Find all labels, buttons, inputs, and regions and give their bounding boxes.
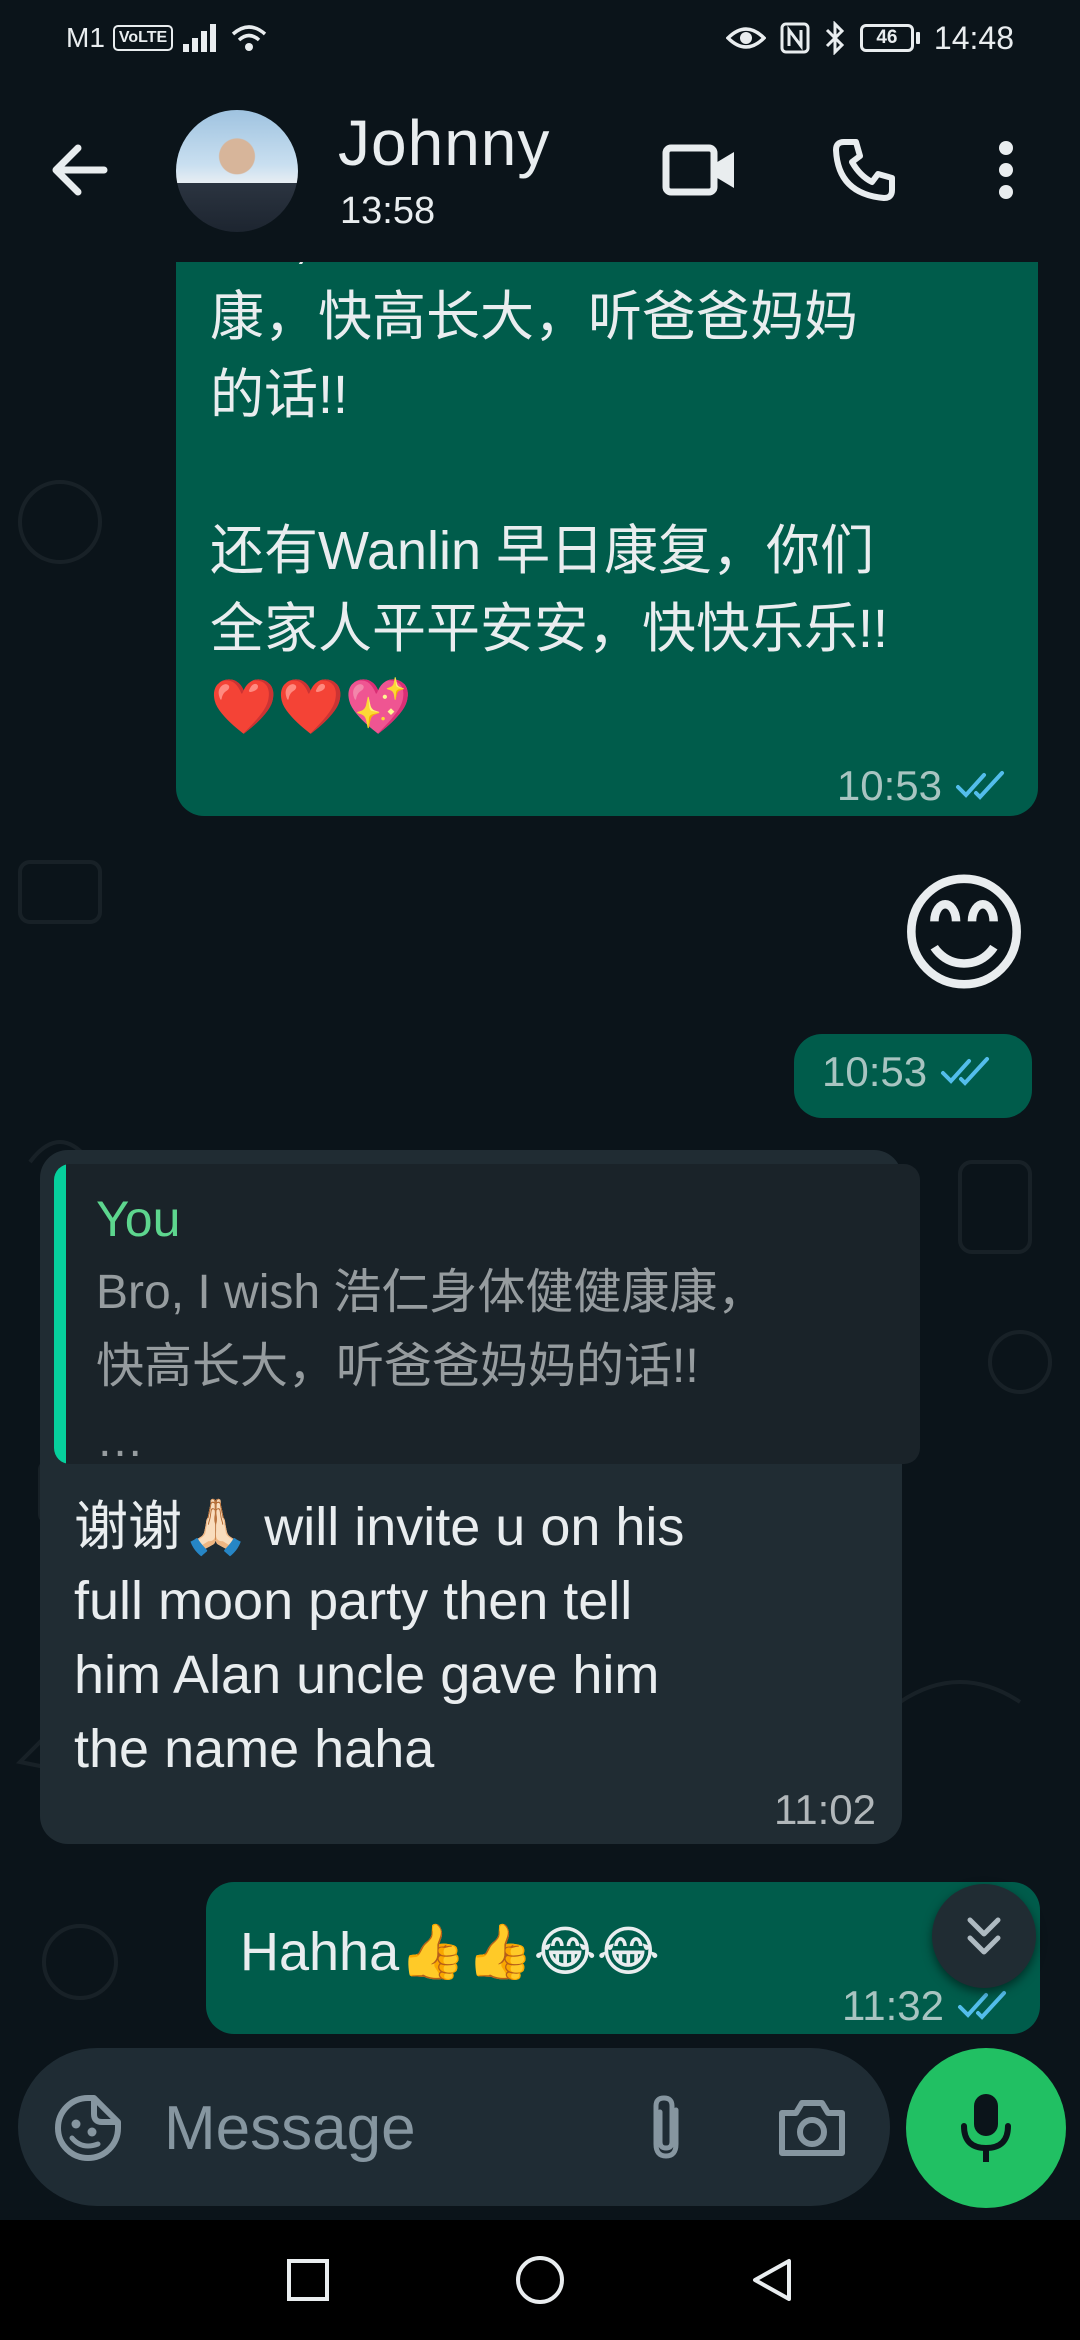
attach-button[interactable] [624, 2086, 708, 2170]
sticker-smile-icon [55, 2095, 121, 2161]
message-time: 11:02 [774, 1786, 876, 1833]
paperclip-icon [653, 2095, 679, 2159]
circle-icon [516, 2256, 564, 2304]
phone-icon [833, 139, 895, 201]
volte-badge: VoLTE [112, 25, 174, 51]
contact-avatar[interactable] [176, 110, 298, 232]
eye-icon [725, 27, 766, 49]
square-icon [287, 2259, 329, 2301]
status-left: M1 VoLTE [66, 20, 269, 56]
emoji-button[interactable] [46, 2086, 130, 2170]
bluetooth-icon [825, 21, 845, 55]
carrier-label: M1 [66, 22, 105, 53]
recents-button[interactable] [278, 2250, 338, 2310]
message-text: Hahha👍👍😂😂 [240, 1922, 660, 1982]
message-input[interactable] [164, 2088, 604, 2168]
menu-button[interactable] [966, 130, 1046, 210]
read-ticks-icon [958, 1991, 1006, 2020]
voice-record-button[interactable] [906, 2048, 1066, 2208]
home-button[interactable] [510, 2250, 570, 2310]
camera-icon [779, 2100, 845, 2156]
quote-author: You [96, 1191, 181, 1247]
contact-name[interactable]: Johnny [338, 106, 550, 180]
message-meta: 11:02 [774, 1786, 876, 1834]
message-text: Bro, I wish 浩仁身体健健康 康，快高长大，听爸爸妈妈 的话!! 还有… [210, 262, 889, 737]
emoji-meta-bubble: 10:53 [794, 1034, 1032, 1118]
message-outgoing[interactable]: Bro, I wish 浩仁身体健健康 康，快高长大，听爸爸妈妈 的话!! 还有… [176, 262, 1038, 816]
chat-area[interactable]: Bro, I wish 浩仁身体健健康 康，快高长大，听爸爸妈妈 的话!! 还有… [0, 262, 1080, 2052]
scroll-to-bottom-button[interactable] [932, 1884, 1036, 1988]
message-meta: 11:32 [842, 1982, 1012, 2030]
message-meta: 10:53 [837, 762, 1010, 810]
voice-call-button[interactable] [824, 130, 904, 210]
status-bar: M1 VoLTE 46 14:48 [0, 0, 1080, 80]
message-composer [18, 2048, 890, 2206]
microphone-icon [961, 2094, 1011, 2162]
emoji-message[interactable]: 😊 [888, 858, 1040, 1010]
battery-cap [915, 32, 920, 44]
quote-accent-bar [54, 1164, 66, 1464]
quoted-message[interactable]: You Bro, I wish 浩仁身体健健康康， 快高长大，听爸爸妈妈的话!!… [54, 1164, 920, 1464]
arrow-left-icon [52, 144, 108, 196]
read-ticks-icon [941, 1057, 990, 1086]
message-time: 10:53 [822, 1048, 928, 1095]
quote-text: Bro, I wish 浩仁身体健健康康， 快高长大，听爸爸妈妈的话!! … [96, 1266, 766, 1464]
three-dots-vertical-icon [999, 141, 1013, 199]
message-time: 10:53 [836, 762, 942, 809]
message-incoming[interactable]: You Bro, I wish 浩仁身体健健康康， 快高长大，听爸爸妈妈的话!!… [40, 1150, 920, 1844]
signal-icon [183, 24, 217, 52]
message-meta: 10:53 [822, 1048, 995, 1096]
nfc-icon [780, 22, 810, 54]
message-time: 11:32 [842, 1982, 944, 2029]
triangle-back-icon [753, 2259, 791, 2301]
video-call-button[interactable] [660, 130, 740, 210]
video-camera-icon [662, 144, 734, 196]
camera-button[interactable] [770, 2086, 854, 2170]
battery-icon: 46 [859, 24, 920, 52]
message-outgoing[interactable]: Hahha👍👍😂😂 11:32 [206, 1882, 1040, 2034]
clock: 14:48 [933, 19, 1014, 56]
back-nav-button[interactable] [742, 2250, 802, 2310]
status-right: 46 14:48 [725, 18, 1014, 58]
chat-header: Johnny 13:58 [0, 80, 1080, 262]
double-chevron-down-icon [967, 1917, 1001, 1955]
battery-level: 46 [859, 24, 914, 52]
message-text: 谢谢🙏🏻 will invite u on his full moon part… [74, 1497, 685, 1779]
system-nav-bar [0, 2220, 1080, 2340]
read-ticks-icon [956, 771, 1004, 800]
back-button[interactable] [40, 130, 120, 210]
last-seen: 13:58 [340, 190, 436, 232]
wifi-icon [232, 25, 267, 51]
